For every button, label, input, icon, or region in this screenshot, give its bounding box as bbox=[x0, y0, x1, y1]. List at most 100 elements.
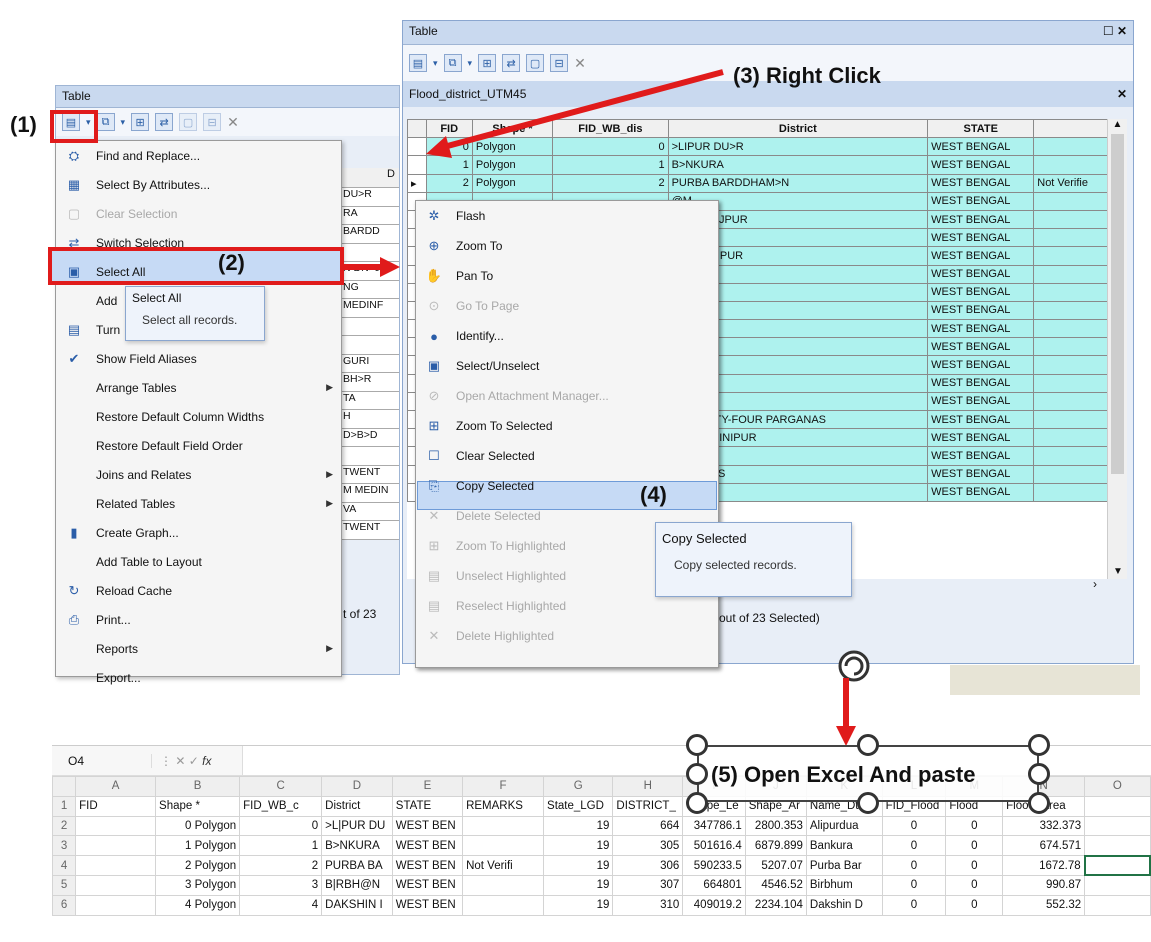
excel-cell[interactable]: B>NKURA bbox=[321, 835, 393, 857]
excel-cell[interactable]: 0 Polygon bbox=[155, 815, 241, 837]
excel-cell[interactable]: 674.571 bbox=[1002, 835, 1086, 857]
excel-cell[interactable]: 4 bbox=[239, 894, 323, 916]
excel-cell[interactable] bbox=[1084, 795, 1151, 817]
excel-cell[interactable]: PURBA BA bbox=[321, 855, 393, 876]
excel-cell[interactable]: 5207.07 bbox=[744, 855, 807, 876]
excel-cell[interactable]: 0 bbox=[945, 815, 1004, 837]
row-number[interactable]: 1 bbox=[51, 795, 77, 817]
excel-row[interactable]: 5 3 Polygon 3 B|RBH@N WEST BEN 19 307 664801 454… bbox=[51, 874, 1151, 896]
excel-cell[interactable]: 0 bbox=[881, 874, 947, 896]
column-letter[interactable]: O bbox=[1084, 776, 1151, 797]
excel-cell[interactable]: 0 bbox=[945, 855, 1004, 876]
context-menu-item[interactable]: ✋ Pan To bbox=[416, 261, 718, 291]
excel-cell[interactable]: 0 bbox=[945, 874, 1004, 896]
menu-item[interactable]: Joins and Relates ▶ bbox=[56, 460, 341, 489]
excel-cell[interactable]: Alipurdua bbox=[805, 815, 883, 837]
excel-cell[interactable] bbox=[75, 894, 157, 916]
excel-row[interactable]: 4 2 Polygon 2 PURBA BA WEST BEN Not Verifi 19 3… bbox=[51, 854, 1151, 877]
excel-cell[interactable]: WEST BEN bbox=[391, 894, 464, 916]
excel-cell[interactable] bbox=[75, 835, 157, 857]
excel-cell[interactable] bbox=[1084, 894, 1151, 916]
excel-cell[interactable]: 2 bbox=[239, 855, 323, 876]
excel-cell[interactable]: 0 bbox=[239, 815, 323, 837]
excel-cell[interactable]: 0 bbox=[881, 835, 947, 857]
excel-cell[interactable] bbox=[75, 815, 157, 837]
excel-cell[interactable]: FID bbox=[75, 795, 157, 817]
excel-cell[interactable]: B|RBH@N bbox=[321, 874, 393, 896]
resize-handle-bm[interactable] bbox=[857, 792, 879, 814]
resize-handle-tm[interactable] bbox=[857, 734, 879, 756]
resize-handle-tl[interactable] bbox=[686, 734, 708, 756]
excel-cell[interactable]: Dakshin D bbox=[805, 894, 883, 916]
excel-cell[interactable] bbox=[1083, 854, 1151, 877]
excel-cell[interactable]: 19 bbox=[543, 815, 614, 837]
excel-cell[interactable]: DAKSHIN I bbox=[321, 894, 393, 916]
excel-cell[interactable]: 19 bbox=[543, 894, 614, 916]
select-by-attributes-icon[interactable]: ⊞ bbox=[131, 113, 150, 131]
context-menu-item[interactable]: ⊙ Go To Page bbox=[416, 291, 718, 321]
column-letter[interactable]: D bbox=[321, 776, 393, 797]
scroll-down-icon[interactable]: ▼ bbox=[1113, 566, 1123, 577]
column-header[interactable]: STATE bbox=[927, 119, 1035, 139]
clear-selection-icon[interactable]: ▢ bbox=[179, 113, 198, 131]
excel-cell[interactable]: 1 bbox=[239, 835, 323, 857]
menu-item[interactable]: Restore Default Field Order bbox=[56, 431, 341, 460]
row-number[interactable]: 4 bbox=[51, 855, 77, 876]
excel-cell[interactable]: Bankura bbox=[805, 835, 883, 857]
excel-cell[interactable]: 3 bbox=[239, 874, 323, 896]
excel-cell[interactable]: WEST BEN bbox=[391, 815, 464, 837]
row-number[interactable]: 3 bbox=[51, 835, 77, 857]
related-tables-icon[interactable]: ⧉ bbox=[96, 113, 115, 131]
excel-cell[interactable]: 6879.899 bbox=[744, 835, 807, 857]
context-menu-item[interactable]: ⎘ Copy Selected bbox=[416, 471, 718, 501]
menu-item[interactable]: ▦ Select By Attributes... bbox=[56, 170, 341, 199]
column-letter[interactable]: H bbox=[612, 776, 684, 797]
excel-cell[interactable]: 305 bbox=[612, 835, 684, 857]
menu-item[interactable]: ▮ Create Graph... bbox=[56, 518, 341, 547]
excel-cell[interactable] bbox=[75, 874, 157, 896]
excel-cell[interactable]: 306 bbox=[612, 855, 684, 876]
close-tab-icon[interactable]: ✕ bbox=[1117, 87, 1127, 101]
context-menu-item[interactable]: ✲ Flash bbox=[416, 201, 718, 231]
column-letter[interactable]: E bbox=[391, 776, 464, 797]
excel-cell[interactable]: 310 bbox=[612, 894, 684, 916]
excel-cell[interactable]: Shape * bbox=[155, 795, 241, 817]
row-number[interactable]: 5 bbox=[51, 874, 77, 896]
context-menu-item[interactable]: ▣ Select/Unselect bbox=[416, 351, 718, 381]
column-letter[interactable]: B bbox=[155, 776, 241, 797]
menu-item[interactable]: ⛭ Find and Replace... bbox=[56, 141, 341, 170]
menu-item[interactable]: Restore Default Column Widths bbox=[56, 402, 341, 431]
excel-cell[interactable]: REMARKS bbox=[462, 795, 545, 817]
menu-item[interactable]: ⎙ Print... bbox=[56, 605, 341, 634]
horizontal-scroll-right-icon[interactable]: › bbox=[1093, 577, 1097, 591]
menu-item[interactable]: Arrange Tables ▶ bbox=[56, 373, 341, 402]
excel-cell[interactable]: 19 bbox=[543, 855, 614, 876]
context-menu-item[interactable]: ⊘ Open Attachment Manager... bbox=[416, 381, 718, 411]
excel-cell[interactable]: Purba Bar bbox=[805, 855, 883, 876]
chevron-down-icon[interactable]: ▾ bbox=[121, 117, 126, 128]
excel-cell[interactable]: 4 Polygon bbox=[155, 894, 241, 916]
excel-cell[interactable]: 0 bbox=[945, 894, 1004, 916]
excel-cell[interactable]: 664 bbox=[612, 815, 684, 837]
excel-cell[interactable]: 1672.78 bbox=[1002, 855, 1086, 876]
context-menu-item[interactable]: ● Identify... bbox=[416, 321, 718, 351]
excel-cell[interactable] bbox=[1084, 835, 1151, 857]
scroll-up-icon[interactable]: ▲ bbox=[1108, 119, 1127, 130]
close-icon[interactable]: ✕ bbox=[1117, 24, 1127, 38]
resize-handle-ml[interactable] bbox=[686, 763, 708, 785]
context-menu-item[interactable]: ⊞ Zoom To Selected bbox=[416, 411, 718, 441]
excel-cell[interactable]: WEST BEN bbox=[391, 855, 464, 876]
row-number[interactable]: 6 bbox=[51, 894, 77, 916]
excel-cell[interactable] bbox=[462, 894, 545, 916]
excel-cell[interactable]: 664801 bbox=[682, 874, 746, 896]
excel-cell[interactable]: 3 Polygon bbox=[155, 874, 241, 896]
column-letter[interactable]: F bbox=[462, 776, 545, 797]
table-row[interactable]: ▸ 2 Polygon 2 PURBA BARDDHAM>N WEST BENGAL Not… bbox=[407, 173, 1107, 193]
excel-row[interactable]: 6 4 Polygon 4 DAKSHIN I WEST BEN 19 310 409019.… bbox=[51, 894, 1151, 916]
excel-cell[interactable]: 1 Polygon bbox=[155, 835, 241, 857]
resize-handle-br[interactable] bbox=[1028, 792, 1050, 814]
vertical-scrollbar[interactable]: ▲ ▼ bbox=[1107, 119, 1127, 579]
excel-cell[interactable]: 0 bbox=[881, 894, 947, 916]
excel-row[interactable]: 31 Polygon 1 B>NKURA WEST BEN 19 305 501616.4 6… bbox=[51, 835, 1151, 857]
row-number[interactable]: 2 bbox=[51, 815, 77, 837]
